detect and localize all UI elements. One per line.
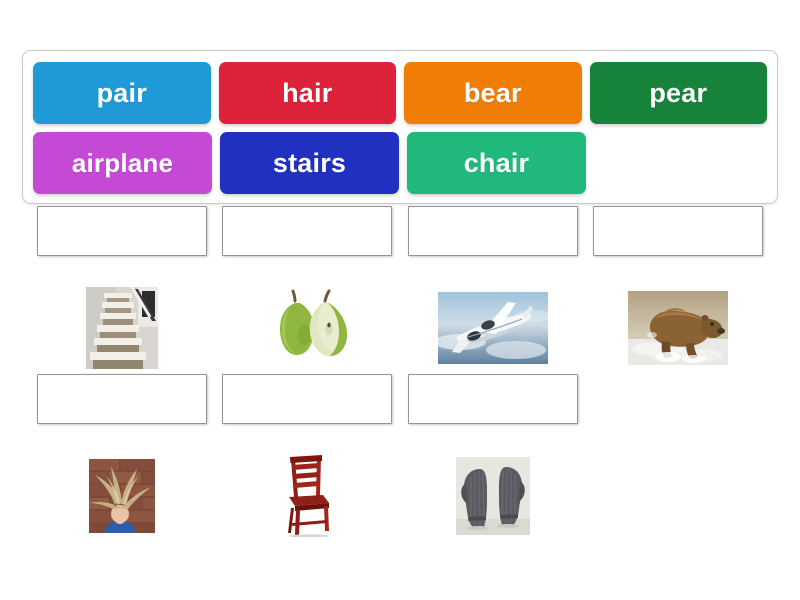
thumbnail-pears-wrap bbox=[222, 282, 392, 374]
word-bank-row-2: airplane stairs chair bbox=[33, 132, 767, 194]
word-tile-label: stairs bbox=[272, 147, 347, 178]
dropzone-stairs[interactable] bbox=[37, 206, 207, 256]
thumbnail-chair-wrap bbox=[222, 450, 392, 542]
board-cell-pair bbox=[408, 374, 578, 542]
word-tile-pear[interactable]: pear bbox=[589, 62, 767, 124]
word-tile-chair[interactable]: chair bbox=[407, 132, 586, 194]
board-cell-pear bbox=[222, 206, 392, 374]
board-row-2 bbox=[0, 374, 800, 542]
word-tile-label: pear bbox=[649, 77, 708, 108]
word-tile-label: bear bbox=[463, 77, 522, 108]
dropzone-chair[interactable] bbox=[222, 374, 392, 424]
board-cell-bear bbox=[593, 206, 763, 374]
pears-photo-icon bbox=[259, 289, 355, 367]
board-cell-stairs bbox=[37, 206, 207, 374]
word-tile-pair[interactable]: pair bbox=[33, 62, 211, 124]
word-tile-stairs[interactable]: stairs bbox=[220, 132, 399, 194]
board-cell-chair bbox=[222, 374, 392, 542]
dropzone-pear[interactable] bbox=[222, 206, 392, 256]
answer-board bbox=[0, 206, 800, 542]
word-tile-label: hair bbox=[282, 77, 333, 108]
dropzone-airplane[interactable] bbox=[408, 206, 578, 256]
dropzone-hair[interactable] bbox=[37, 374, 207, 424]
board-row-1 bbox=[0, 206, 800, 374]
stairs-photo-icon bbox=[86, 287, 158, 369]
word-tile-label: airplane bbox=[71, 148, 174, 178]
word-bank-row-1: pair hair bear pear bbox=[33, 62, 767, 124]
dropzone-bear[interactable] bbox=[593, 206, 763, 256]
airplane-photo-icon bbox=[438, 292, 548, 364]
thumbnail-bear-wrap bbox=[593, 282, 763, 374]
thumbnail-mittens-wrap bbox=[408, 450, 578, 542]
thumbnail-airplane-wrap bbox=[408, 282, 578, 374]
thumbnail-hair-wrap bbox=[37, 450, 207, 542]
word-bank-panel: pair hair bear pear airplane stairs chai… bbox=[22, 50, 778, 204]
hair-photo-icon bbox=[89, 459, 155, 533]
mittens-pair-photo-icon bbox=[456, 457, 530, 535]
word-tile-bear[interactable]: bear bbox=[404, 62, 582, 124]
board-cell-hair bbox=[37, 374, 207, 542]
bear-photo-icon bbox=[628, 291, 728, 365]
word-tile-airplane[interactable]: airplane bbox=[33, 132, 212, 194]
word-tile-hair[interactable]: hair bbox=[218, 62, 396, 124]
word-tile-label: pair bbox=[96, 77, 147, 108]
chair-photo-icon bbox=[279, 455, 335, 537]
thumbnail-stairs-wrap bbox=[37, 282, 207, 374]
word-tile-label: chair bbox=[463, 147, 530, 178]
board-cell-airplane bbox=[408, 206, 578, 374]
dropzone-pair[interactable] bbox=[408, 374, 578, 424]
